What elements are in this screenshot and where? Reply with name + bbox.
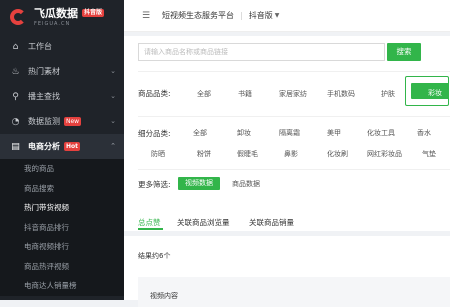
sidebar-item-monitor[interactable]: ◔ 数据监测 New ⌄ bbox=[0, 109, 124, 134]
top-bar: ☰ 短视频生态服务平台 | 抖音版 ▼ bbox=[124, 0, 450, 32]
category-option[interactable]: 手机数码 bbox=[327, 89, 355, 99]
tab-total-likes[interactable]: 总点赞 bbox=[138, 217, 161, 228]
chevron-down-icon: ⌄ bbox=[110, 117, 116, 125]
topbar-separator: | bbox=[240, 11, 243, 20]
main-content: 请输入商品名称或商品链接 搜索 商品品类: 全部 书籍 家居家纺 手机数码 护肤… bbox=[124, 31, 450, 307]
search-icon: ⚲ bbox=[12, 91, 19, 102]
submenu-review-videos[interactable]: 商品热评视频 bbox=[0, 257, 124, 277]
subcategory-option[interactable]: 气垫 bbox=[422, 149, 436, 159]
subcategory-option[interactable]: 美甲 bbox=[327, 128, 341, 138]
subcategory-option[interactable]: 化妆工具 bbox=[367, 128, 395, 138]
search-button[interactable]: 搜索 bbox=[387, 43, 421, 61]
monitor-icon: ◔ bbox=[11, 116, 20, 127]
menu-toggle-icon[interactable]: ☰ bbox=[142, 11, 154, 21]
submenu-product-ranking[interactable]: 抖音商品排行 bbox=[0, 218, 124, 238]
sidebar: 飞瓜数据 抖音版 FEIGUA.CN ⌂ 工作台 ♨ 热门素材 ⌄ ⚲ 播主查找… bbox=[0, 0, 124, 300]
sidebar-item-find-streamer[interactable]: ⚲ 播主查找 ⌄ bbox=[0, 84, 124, 109]
brand-title: 飞瓜数据 bbox=[34, 6, 78, 20]
brand-subtitle: FEIGUA.CN bbox=[34, 20, 71, 27]
sidebar-item-label: 电商分析 bbox=[28, 142, 60, 151]
video-data-button[interactable]: 视频数据 bbox=[178, 177, 220, 190]
home-icon: ⌂ bbox=[12, 41, 19, 52]
submenu-sales-ranking[interactable]: 电商达人销量榜 bbox=[0, 276, 124, 296]
caret-down-icon[interactable]: ▼ bbox=[275, 12, 280, 19]
ecommerce-submenu: 我的商品 商品搜索 热门带货视频 抖音商品排行 电商视频排行 商品热评视频 电商… bbox=[0, 159, 124, 296]
sidebar-item-label: 播主查找 bbox=[28, 92, 60, 101]
platform-title: 短视频生态服务平台 bbox=[162, 11, 234, 20]
product-data-button[interactable]: 商品数据 bbox=[232, 179, 260, 189]
brand-logo[interactable]: 飞瓜数据 抖音版 FEIGUA.CN bbox=[0, 0, 124, 34]
more-filters-label: 更多筛选: bbox=[138, 180, 171, 189]
divider bbox=[138, 169, 450, 170]
subcategory-option[interactable]: 卸妆 bbox=[237, 128, 251, 138]
submenu-video-ranking[interactable]: 电商视频排行 bbox=[0, 237, 124, 257]
hot-badge: Hot bbox=[64, 142, 81, 151]
submenu-product-search[interactable]: 商品搜索 bbox=[0, 179, 124, 199]
logo-icon bbox=[8, 7, 28, 27]
subcategory-option[interactable]: 香水 bbox=[417, 128, 431, 138]
subcategory-option[interactable]: 假睫毛 bbox=[237, 149, 258, 159]
category-label: 商品品类: bbox=[138, 89, 171, 98]
chevron-down-icon: ⌄ bbox=[110, 67, 116, 75]
search-input[interactable]: 请输入商品名称或商品链接 bbox=[138, 43, 385, 61]
new-badge: New bbox=[64, 117, 82, 126]
submenu-hot-videos[interactable]: 热门带货视频 bbox=[0, 198, 124, 218]
result-count: 结果约6个 bbox=[138, 252, 171, 260]
category-option[interactable]: 家居家纺 bbox=[279, 89, 307, 99]
tab-product-sales[interactable]: 关联商品销量 bbox=[249, 217, 294, 228]
category-option-selected[interactable]: 彩妆 bbox=[428, 88, 442, 98]
flame-icon: ♨ bbox=[11, 66, 20, 77]
sidebar-item-label: 工作台 bbox=[28, 42, 52, 51]
sidebar-item-label: 热门素材 bbox=[28, 67, 60, 76]
subcategory-option[interactable]: 隔离霜 bbox=[279, 128, 300, 138]
category-option[interactable]: 全部 bbox=[197, 89, 211, 99]
sidebar-item-label: 数据监测 bbox=[28, 117, 60, 126]
version-switcher[interactable]: 抖音版 bbox=[249, 10, 273, 21]
divider bbox=[138, 116, 450, 117]
sidebar-item-ecommerce[interactable]: ▤ 电商分析 Hot ⌃ bbox=[0, 134, 124, 159]
sidebar-item-hot-material[interactable]: ♨ 热门素材 ⌄ bbox=[0, 59, 124, 84]
brand-badge: 抖音版 bbox=[82, 9, 105, 17]
category-option[interactable]: 书籍 bbox=[238, 89, 252, 99]
chevron-up-icon: ⌃ bbox=[110, 142, 116, 150]
submenu-my-products[interactable]: 我的商品 bbox=[0, 159, 124, 179]
chevron-down-icon: ⌄ bbox=[110, 92, 116, 100]
sidebar-item-workbench[interactable]: ⌂ 工作台 bbox=[0, 34, 124, 59]
active-tab-indicator bbox=[138, 228, 163, 230]
video-table-header bbox=[138, 277, 450, 307]
subcategory-option[interactable]: 防晒 bbox=[151, 149, 165, 159]
cart-icon: ▤ bbox=[11, 141, 20, 152]
subcategory-option[interactable]: 化妆刷 bbox=[327, 149, 348, 159]
tab-product-views[interactable]: 关联商品浏览量 bbox=[177, 217, 230, 228]
subcategory-option[interactable]: 全部 bbox=[193, 128, 207, 138]
subcategory-option[interactable]: 网红彩妆品 bbox=[367, 149, 402, 159]
subcategory-label: 细分品类: bbox=[138, 129, 171, 138]
subcategory-option[interactable]: 鼻影 bbox=[284, 149, 298, 159]
category-option[interactable]: 护肤 bbox=[381, 89, 395, 99]
divider bbox=[138, 71, 450, 72]
subcategory-option[interactable]: 粉饼 bbox=[197, 149, 211, 159]
